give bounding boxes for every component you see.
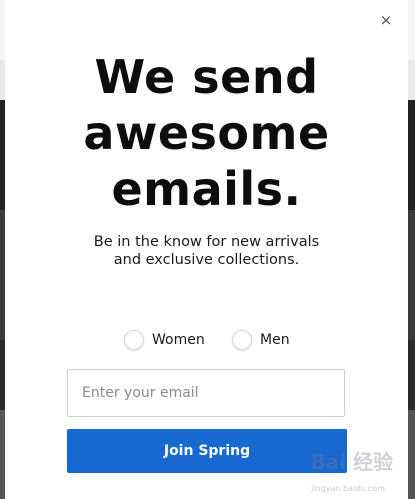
headline-line-3: emails.: [111, 162, 302, 216]
email-input[interactable]: [67, 369, 345, 417]
radio-men-label: Men: [260, 332, 290, 348]
radio-men-circle[interactable]: [232, 330, 252, 350]
headline-line-1: We send: [94, 50, 319, 104]
headline-line-2: awesome: [83, 106, 330, 160]
modal-headline: We send awesome emails.: [5, 49, 408, 217]
gender-radio-group: Women Men: [5, 329, 408, 351]
radio-men[interactable]: Men: [232, 329, 290, 351]
radio-women-circle[interactable]: [124, 330, 144, 350]
close-icon[interactable]: ×: [378, 12, 394, 28]
modal-subtext: Be in the know for new arrivals and excl…: [5, 233, 408, 269]
newsletter-modal: × We send awesome emails. Be in the know…: [5, 0, 408, 499]
radio-women-label: Women: [152, 332, 205, 348]
radio-women[interactable]: Women: [124, 329, 205, 351]
subtext-line-1: Be in the know for new arrivals: [93, 234, 320, 250]
subtext-line-2: and exclusive collections.: [113, 252, 300, 268]
join-button[interactable]: Join Spring: [67, 429, 347, 473]
